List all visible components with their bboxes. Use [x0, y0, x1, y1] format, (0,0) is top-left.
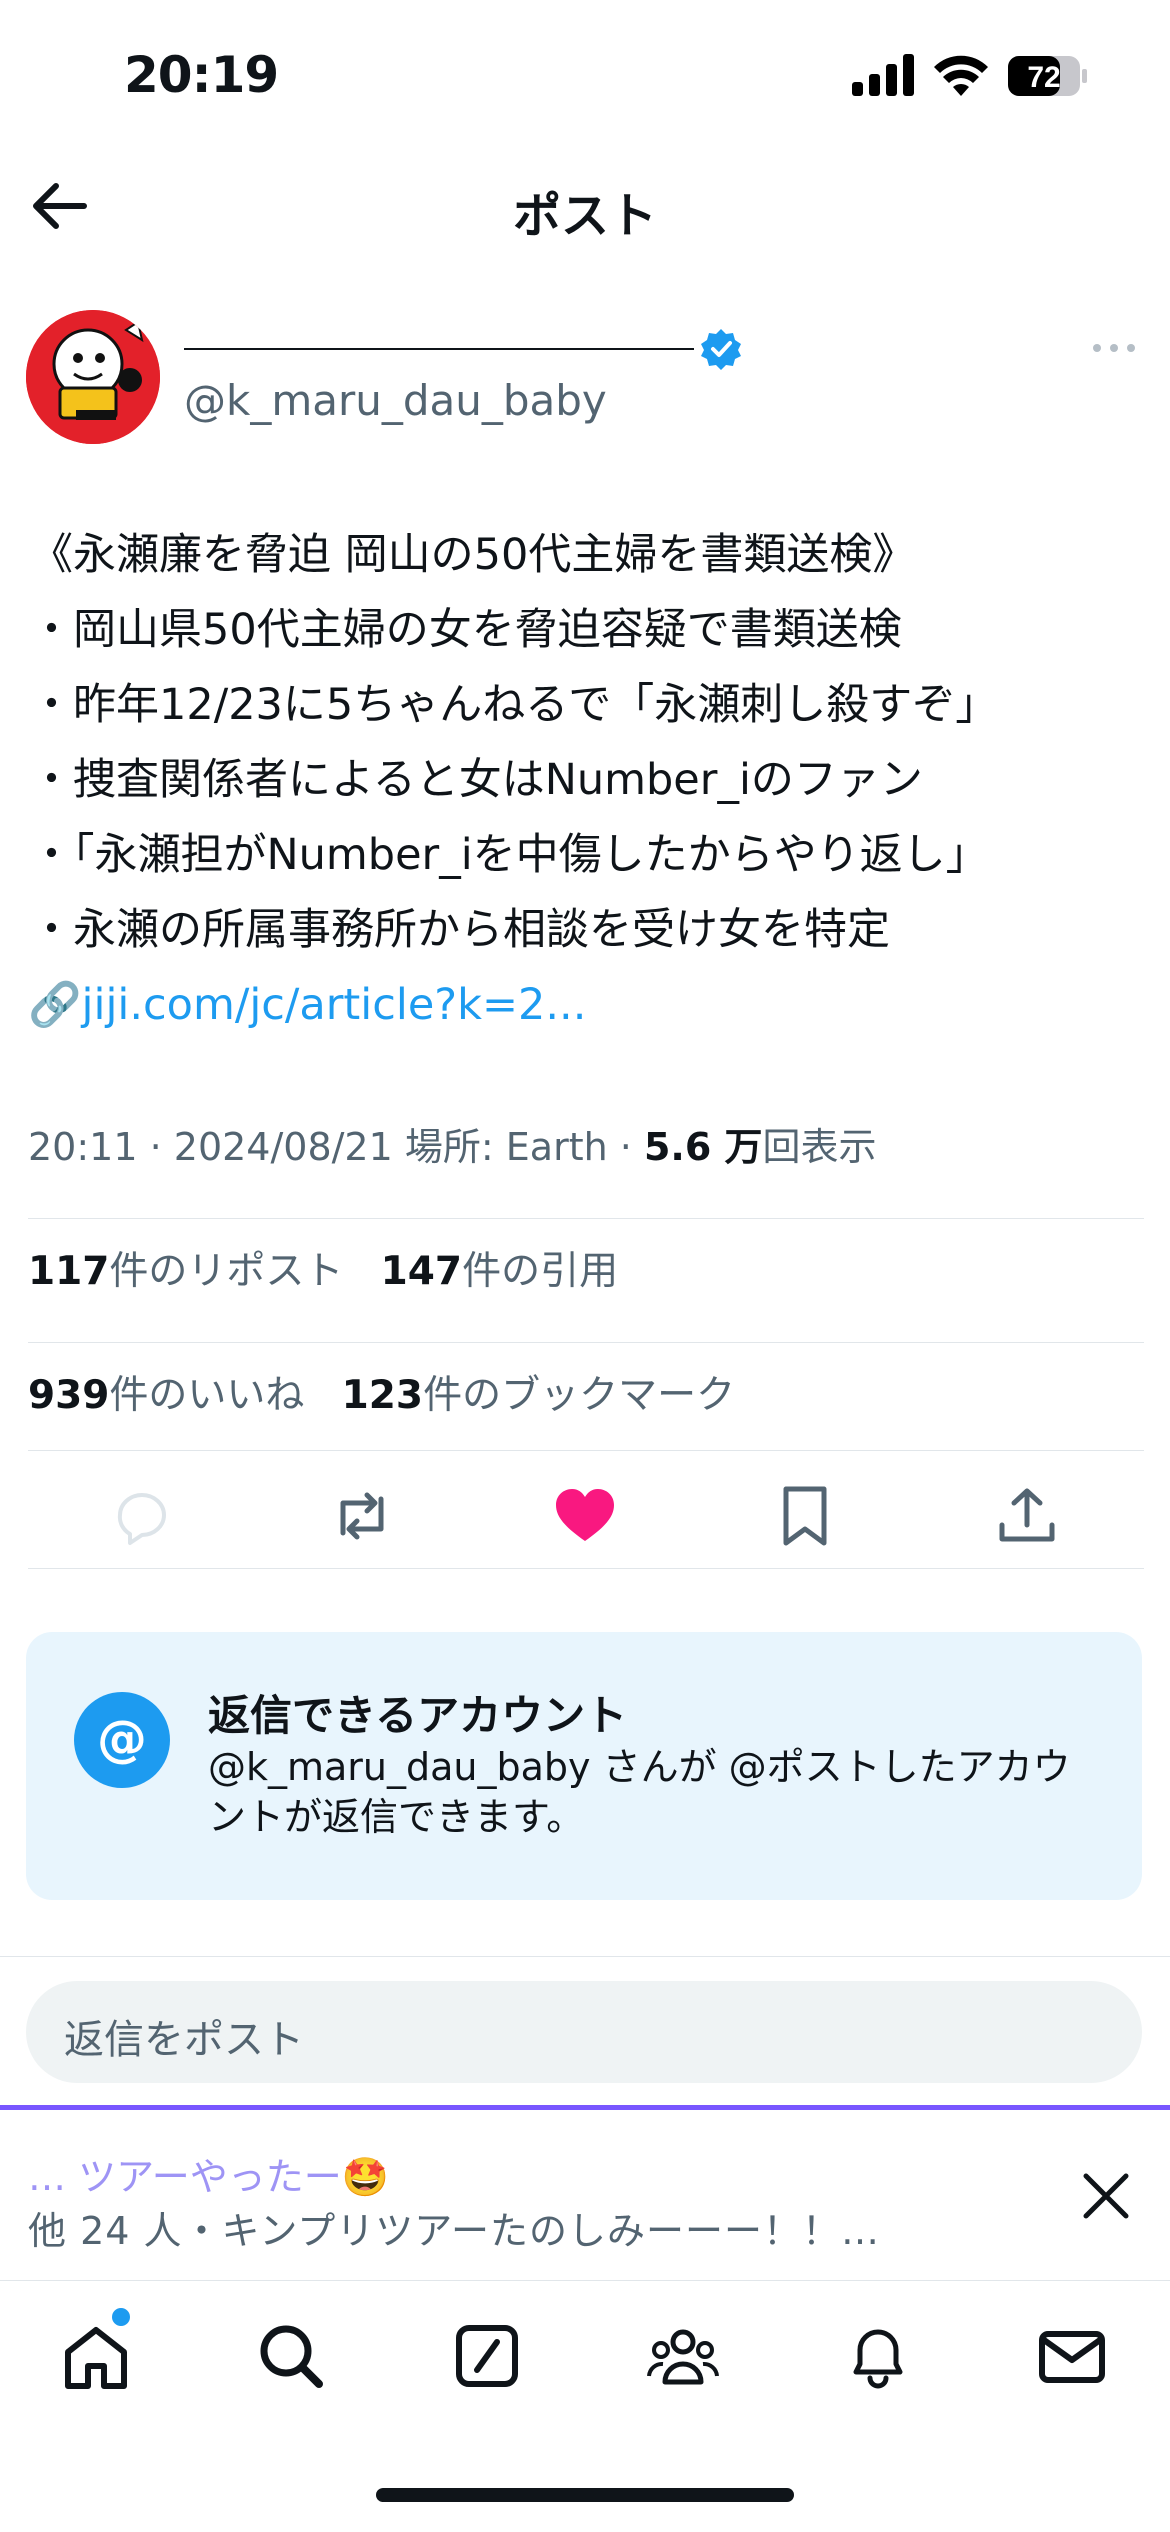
notification-text[interactable]: 他 24 人・キンプリツアーたのしみーーー！！…: [28, 2200, 880, 2255]
post-line: ・昨年12/23に5ちゃんねるで「永瀬刺し殺すぞ」: [30, 680, 999, 730]
link-emoji-icon: 🔗: [28, 980, 82, 1030]
repost-icon[interactable]: [327, 1481, 397, 1551]
bookmark-label: 件のブックマーク: [423, 1373, 736, 1418]
verified-badge-icon: [701, 329, 741, 370]
avatar[interactable]: [26, 310, 160, 444]
post-text: 《永瀬廉を脅迫 岡山の50代主婦を書類送検》 ・岡山県50代主婦の女を脅迫容疑で書…: [28, 518, 1150, 1043]
tab-bar-divider: [0, 2280, 1170, 2281]
stats-row-reposts: 117件のリポスト 147件の引用: [28, 1240, 618, 1296]
reply-settings-title: 返信できるアカウント: [208, 1691, 628, 1740]
quote-label: 件の引用: [462, 1249, 619, 1294]
close-icon[interactable]: [1080, 2170, 1132, 2222]
post-link[interactable]: jiji.com/jc/article?k=2...: [82, 980, 587, 1030]
divider: [28, 1568, 1144, 1569]
like-label: 件のいいね: [109, 1373, 305, 1418]
reply-icon[interactable]: [106, 1481, 176, 1551]
page-title: ポスト: [512, 188, 657, 244]
post-link-row: 🔗jiji.com/jc/article?k=2...: [28, 968, 1150, 1043]
quotes-link[interactable]: 147件の引用: [381, 1249, 618, 1294]
display-name[interactable]: [184, 324, 694, 364]
post-location: 場所: Earth: [404, 1125, 608, 1169]
view-label: 回表示: [762, 1125, 877, 1169]
bookmarks-link[interactable]: 123件のブックマーク: [342, 1373, 735, 1418]
status-time: 20:19: [124, 46, 279, 104]
post-meta: 20:11 · 2024/08/21 場所: Earth · 5.6 万回表示: [28, 1125, 877, 1169]
accent-line: [0, 2105, 1170, 2110]
notifications-icon[interactable]: [842, 2320, 914, 2392]
post-line: 《永瀬廉を脅迫 岡山の50代主婦を書類送検》: [30, 530, 916, 580]
home-notification-dot: [112, 2308, 130, 2326]
avatar-image: [26, 310, 160, 444]
repost-count: 117: [28, 1249, 110, 1294]
more-options-icon[interactable]: [1092, 338, 1136, 358]
divider: [0, 1956, 1170, 1957]
quote-count: 147: [380, 1249, 463, 1294]
at-sign-icon: @: [74, 1692, 170, 1788]
divider: [28, 1218, 1144, 1219]
wifi-icon: [934, 55, 988, 96]
post-line: ・岡山県50代主婦の女を脅迫容疑で書類送検: [30, 605, 902, 655]
display-name-line: [184, 348, 694, 350]
communities-icon[interactable]: [647, 2320, 719, 2392]
bookmark-icon[interactable]: [770, 1481, 840, 1551]
reposts-link[interactable]: 117件のリポスト: [28, 1249, 343, 1294]
reply-input-placeholder: 返信をポスト: [64, 2017, 304, 2063]
divider: [28, 1342, 1144, 1343]
user-handle[interactable]: @k_maru_dau_baby: [184, 376, 607, 425]
post-line: ・捜査関係者によると女はNumber_iのファン: [30, 755, 923, 805]
cellular-signal-icon: [852, 54, 914, 96]
battery-icon: 72: [1008, 56, 1087, 96]
like-icon[interactable]: [550, 1481, 620, 1551]
search-icon[interactable]: [255, 2320, 327, 2392]
home-indicator[interactable]: [376, 2488, 794, 2502]
post-line: ・永瀬の所属事務所から相談を受け女を特定: [30, 905, 890, 955]
grok-icon[interactable]: [451, 2320, 523, 2392]
post-line: ・「永瀬担がNumber_iを中傷したからやり返し」: [30, 830, 989, 880]
post-date: 2024/08/21: [173, 1125, 393, 1169]
stats-row-likes: 939件のいいね 123件のブックマーク: [28, 1364, 735, 1420]
view-count: 5.6 万: [643, 1125, 763, 1169]
likes-link[interactable]: 939件のいいね: [28, 1373, 304, 1418]
battery-level: 72: [1027, 61, 1060, 94]
messages-icon[interactable]: [1036, 2320, 1108, 2392]
reply-settings-description: @k_maru_dau_baby さんが @ポストしたアカウントが返信できます。: [208, 1745, 1071, 1839]
home-icon[interactable]: [60, 2320, 132, 2392]
bookmark-count: 123: [341, 1373, 424, 1418]
repost-label: 件のリポスト: [109, 1249, 344, 1294]
like-count: 939: [28, 1373, 110, 1418]
notification-title[interactable]: … ツアーやったー🤩: [28, 2146, 389, 2201]
divider: [28, 1450, 1144, 1451]
share-icon[interactable]: [992, 1481, 1062, 1551]
post-time: 20:11: [28, 1125, 138, 1169]
